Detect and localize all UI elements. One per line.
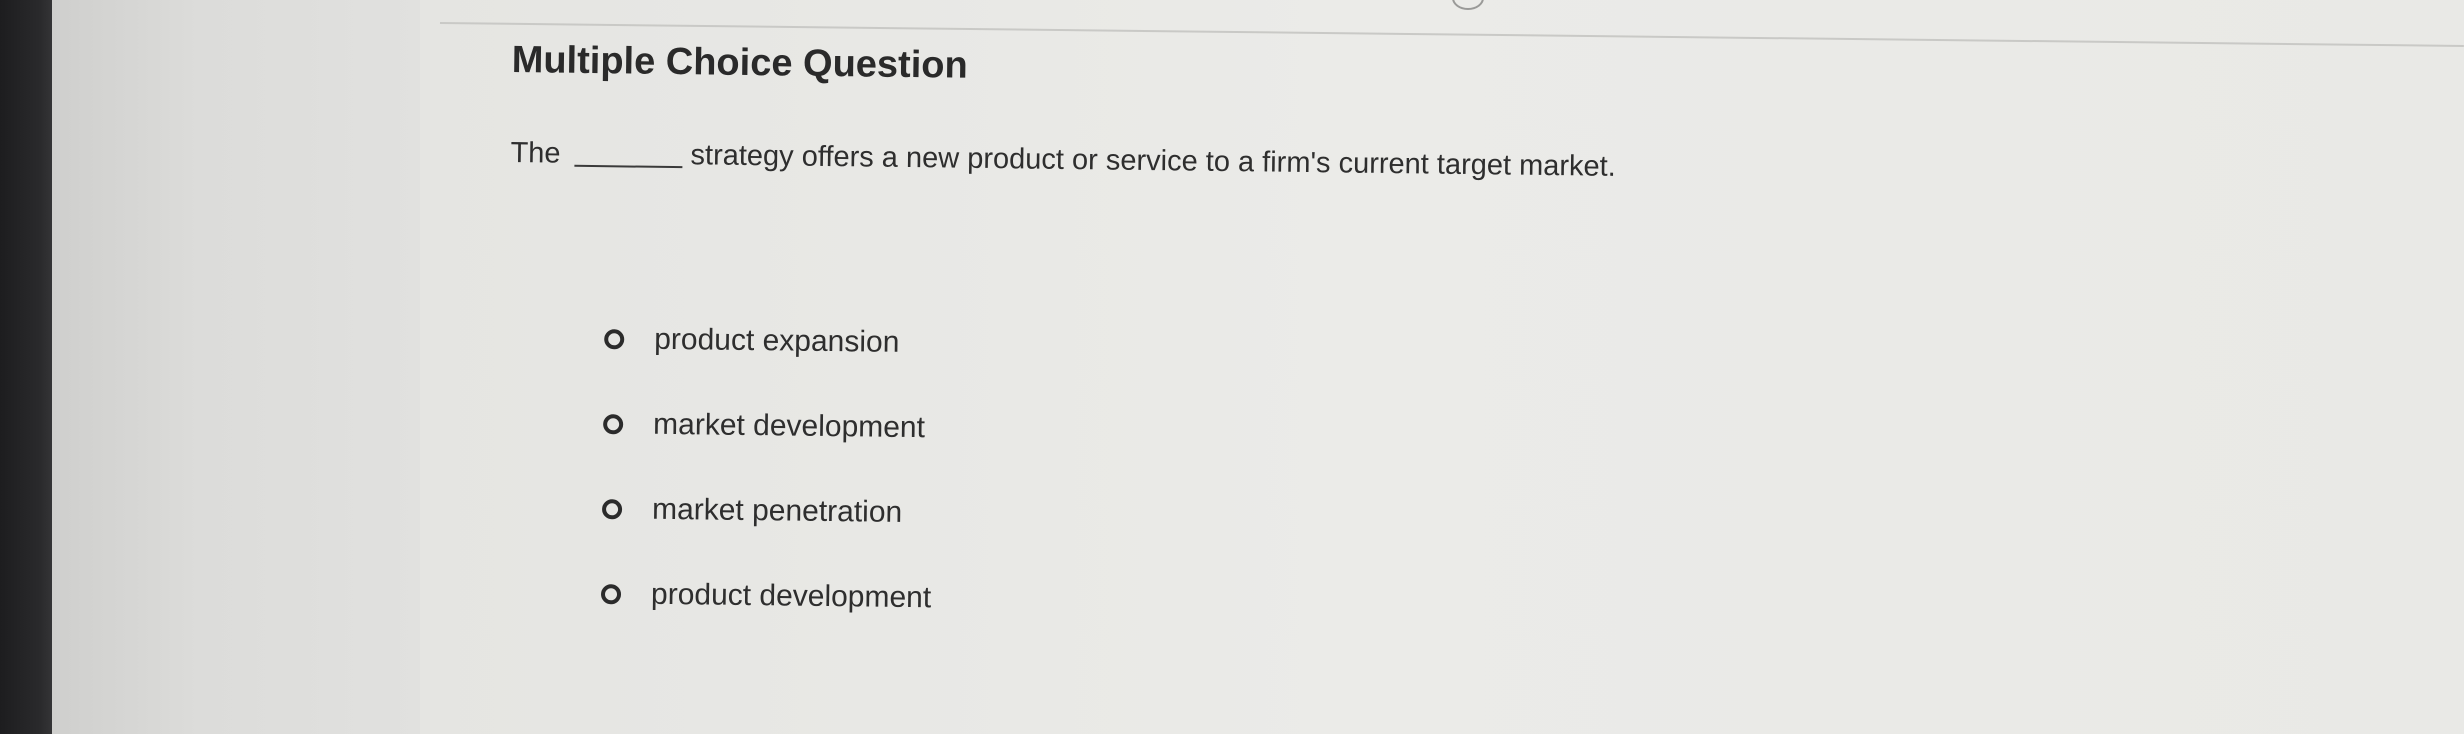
option-product-expansion[interactable]: product expansion — [604, 314, 2409, 389]
answer-options: product expansion market development mar… — [600, 314, 2409, 644]
radio-button-icon[interactable] — [600, 584, 622, 605]
screen-bezel — [0, 0, 58, 734]
radio-button-icon[interactable] — [603, 414, 624, 435]
option-label[interactable]: market development — [653, 408, 925, 445]
radio-button-icon[interactable] — [604, 329, 625, 350]
option-market-development[interactable]: market development — [603, 399, 2408, 474]
question-prompt: The strategy offers a new product or serv… — [510, 136, 2410, 195]
option-label[interactable]: product expansion — [654, 323, 900, 360]
left-margin-panel — [52, 0, 420, 734]
option-label[interactable]: market penetration — [652, 493, 903, 530]
option-label[interactable]: product development — [651, 578, 932, 616]
prompt-text-before: The — [510, 136, 561, 170]
fill-in-blank — [574, 163, 683, 168]
question-content: Multiple Choice Question The strategy off… — [504, 38, 2412, 676]
prompt-text-after: strategy offers a new product or service… — [690, 138, 1616, 183]
radio-button-icon[interactable] — [601, 499, 623, 520]
option-product-development[interactable]: product development — [600, 569, 2406, 644]
option-market-penetration[interactable]: market penetration — [601, 484, 2407, 559]
